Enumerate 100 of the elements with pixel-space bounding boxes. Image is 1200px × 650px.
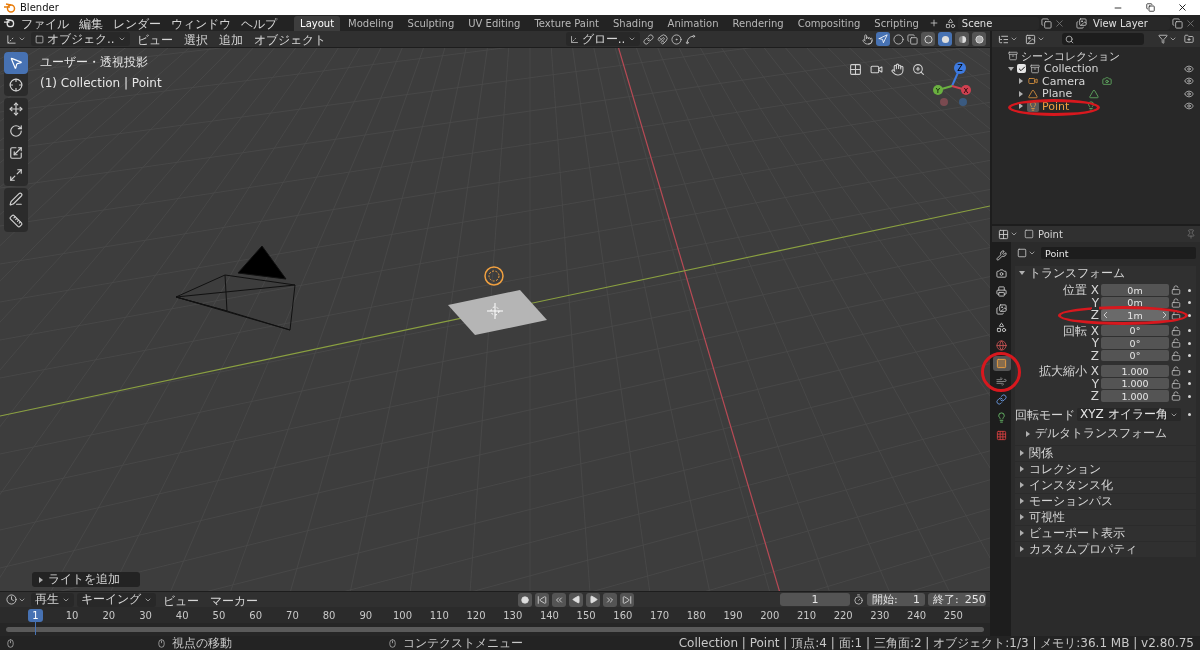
menu-item[interactable]: ウィンドウ — [166, 16, 235, 30]
magnet-icon[interactable] — [657, 33, 669, 45]
lock-icon[interactable] — [1171, 297, 1181, 308]
workspace-tab[interactable]: Animation — [661, 15, 725, 31]
triangle-icon[interactable] — [1019, 466, 1025, 472]
gizmo-toggle[interactable] — [876, 32, 890, 46]
proportional-icon[interactable] — [671, 33, 683, 45]
panel-header[interactable]: ビューポート表示 — [1015, 525, 1196, 541]
menu-item[interactable]: ヘルプ — [236, 16, 281, 30]
start-frame-field[interactable]: 開始: 1 — [867, 593, 925, 606]
jump-end-button[interactable] — [620, 592, 634, 607]
lock-icon[interactable] — [1171, 366, 1181, 376]
triangle-icon[interactable] — [1019, 482, 1025, 488]
lock-icon[interactable] — [1171, 378, 1181, 389]
keyframe-dot[interactable] — [1187, 313, 1191, 317]
overlay-icon[interactable] — [893, 33, 904, 45]
lock-icon[interactable] — [1171, 350, 1181, 361]
workspace-tab[interactable]: Modeling — [342, 15, 400, 31]
disclosure-triangle-icon[interactable] — [38, 576, 44, 583]
axis-gizmo-drawing[interactable] — [933, 62, 971, 106]
triangle-icon[interactable] — [1019, 450, 1025, 456]
panel-header[interactable]: コレクション — [1015, 461, 1196, 477]
menu-dropdown[interactable]: キーイング — [77, 592, 156, 607]
number-field[interactable]: 1.000 — [1101, 377, 1169, 390]
number-field[interactable]: 1.000 — [1101, 365, 1169, 377]
workspace-tab[interactable]: Compositing — [791, 15, 867, 31]
number-field[interactable]: 0° — [1101, 337, 1169, 349]
end-frame-field[interactable]: 終了: 250 — [928, 593, 986, 606]
keyframe-dot[interactable] — [1187, 382, 1191, 385]
panel-header[interactable]: 可視性 — [1015, 509, 1196, 525]
search-field[interactable] — [1062, 33, 1144, 45]
next-keyframe-button[interactable] — [603, 592, 617, 607]
timer-icon[interactable] — [853, 594, 864, 605]
subpanel-header[interactable]: デルタトランスフォーム — [1015, 426, 1196, 441]
menu-item[interactable]: 編集 — [74, 16, 107, 30]
scene-field[interactable]: Scene — [957, 16, 1039, 30]
workspace-tab[interactable]: UV Editing — [462, 15, 527, 31]
panel-header[interactable]: 関係 — [1015, 445, 1196, 461]
close-icon[interactable] — [1185, 17, 1196, 29]
rotation-mode-dropdown[interactable]: XYZ オイラー角 — [1077, 408, 1181, 421]
menu-item[interactable]: 選択 — [179, 32, 212, 46]
triangle-icon[interactable] — [1019, 270, 1025, 276]
outliner-item[interactable]: Camera — [1042, 74, 1086, 88]
menu-item[interactable]: ファイル — [16, 16, 73, 30]
tool-button[interactable] — [4, 52, 28, 74]
outliner-item[interactable]: Plane — [1042, 87, 1073, 101]
chevron-right-icon[interactable] — [1162, 312, 1166, 318]
menu-item[interactable]: ビュー — [159, 592, 203, 607]
triangle-icon[interactable] — [1019, 514, 1025, 520]
workspace-tab[interactable]: Layout — [294, 15, 341, 31]
keyframe-dot[interactable] — [1187, 413, 1191, 416]
new-collection-button[interactable] — [1182, 32, 1196, 46]
shading-button[interactable] — [972, 32, 986, 46]
close-icon[interactable] — [1053, 17, 1065, 29]
number-field[interactable]: 0° — [1101, 349, 1169, 362]
last-operation-panel[interactable]: ライトを追加 — [32, 572, 140, 587]
menu-item[interactable]: ビュー — [132, 32, 177, 46]
number-field[interactable]: 1m — [1101, 309, 1169, 321]
scrollbar-thumb[interactable] — [6, 627, 984, 632]
lock-icon[interactable] — [1171, 325, 1181, 336]
outliner-item[interactable]: Collection — [1044, 62, 1099, 76]
falloff-icon[interactable] — [685, 33, 697, 45]
shading-button[interactable] — [955, 32, 969, 46]
keyframe-dot[interactable] — [1187, 394, 1191, 398]
workspace-tab[interactable]: Rendering — [726, 15, 790, 31]
record-button[interactable] — [518, 592, 532, 607]
orientation-dropdown[interactable]: グロー.. — [565, 32, 641, 46]
object-name-field[interactable]: Point — [1041, 247, 1196, 259]
scene-icon[interactable] — [944, 17, 956, 29]
keyframe-dot[interactable] — [1187, 288, 1191, 292]
copy-icon[interactable] — [1172, 17, 1183, 29]
properties-tab[interactable] — [992, 356, 1011, 371]
menu-item[interactable]: レンダー — [108, 16, 165, 30]
lock-icon[interactable] — [1171, 391, 1181, 401]
workspace-tab[interactable]: Sculpting — [401, 15, 461, 31]
current-frame-field[interactable]: 1 — [780, 593, 850, 606]
outliner-item[interactable]: Point — [1042, 99, 1070, 113]
view-layer-icon[interactable] — [1076, 17, 1088, 29]
panel-header[interactable]: インスタンス化 — [1015, 477, 1196, 493]
keyframe-dot[interactable] — [1187, 329, 1191, 332]
eye-icon[interactable] — [1184, 76, 1194, 87]
panel-header[interactable]: モーションパス — [1015, 493, 1196, 509]
triangle-icon[interactable] — [1019, 498, 1025, 504]
triangle-icon[interactable] — [1019, 530, 1025, 536]
previous-keyframe-button[interactable] — [552, 592, 566, 607]
shading-button[interactable] — [938, 32, 952, 46]
number-field[interactable]: 0° — [1101, 324, 1169, 337]
eye-icon[interactable] — [1184, 63, 1194, 74]
eye-icon[interactable] — [1184, 88, 1194, 99]
mode-dropdown[interactable]: オブジェク.. — [31, 32, 130, 46]
menu-item[interactable]: 追加 — [214, 32, 247, 46]
menu-item[interactable]: オブジェクト — [249, 32, 330, 46]
lock-icon[interactable] — [1171, 285, 1181, 295]
outliner-item[interactable]: シーンコレクション — [1021, 48, 1120, 64]
workspace-tab[interactable]: Shading — [606, 15, 660, 31]
keyframe-dot[interactable] — [1187, 354, 1191, 357]
playhead[interactable]: 1 — [28, 608, 43, 622]
number-field[interactable]: 1.000 — [1101, 390, 1169, 402]
number-field[interactable]: 0m — [1101, 296, 1169, 309]
panel-header[interactable]: カスタムプロパティ — [1015, 541, 1196, 557]
